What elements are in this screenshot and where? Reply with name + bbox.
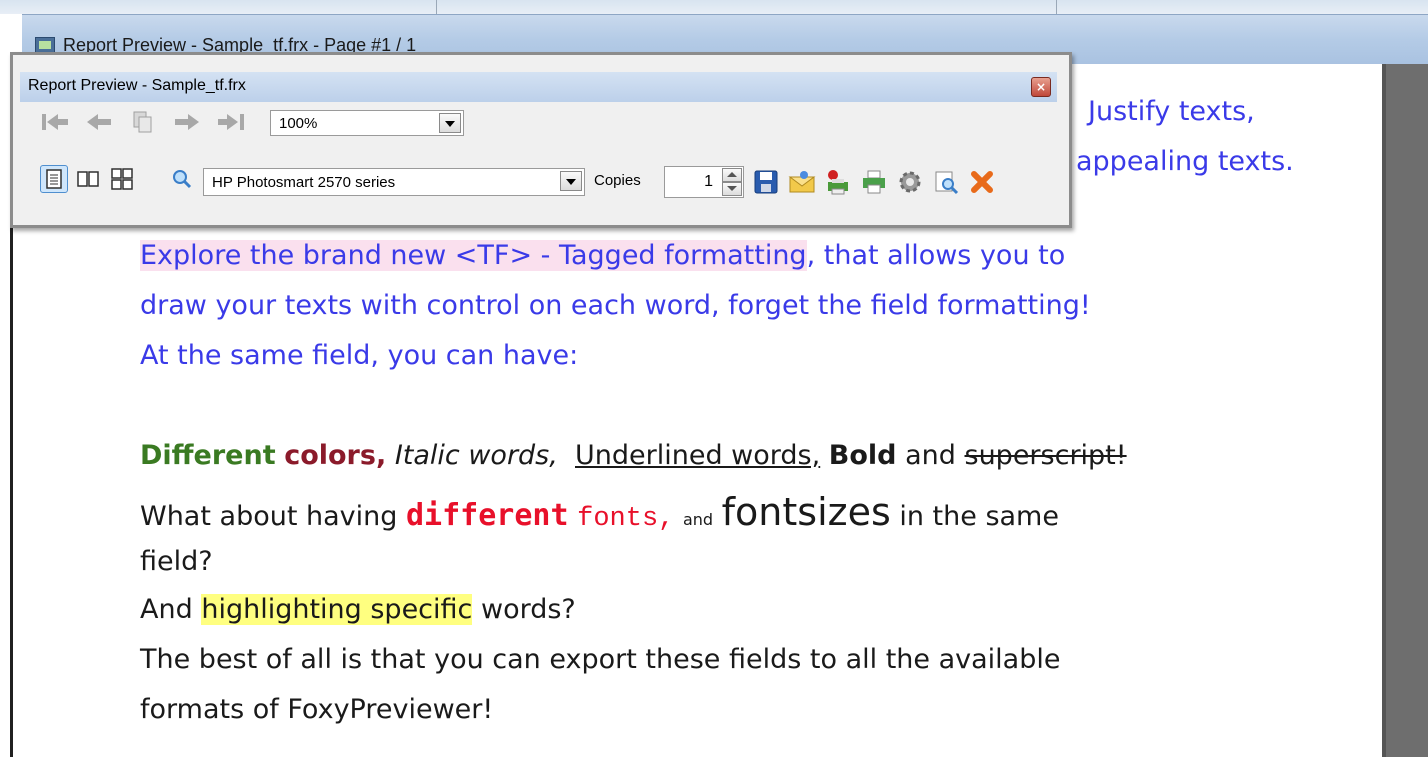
close-x-icon bbox=[971, 171, 993, 193]
green-word: Different bbox=[140, 440, 276, 471]
report-export-line2: formats of FoxyPreviewer! bbox=[140, 694, 494, 725]
report-fonts-line: What about having different fonts, and f… bbox=[140, 490, 1059, 534]
toolbar-title: Report Preview - Sample_tf.frx bbox=[28, 77, 246, 94]
find-icon bbox=[935, 171, 959, 195]
highlight-prefix: And bbox=[140, 594, 193, 625]
right-scrollbar[interactable] bbox=[1382, 64, 1428, 757]
save-button[interactable] bbox=[750, 166, 782, 198]
single-page-icon bbox=[46, 169, 62, 189]
print-button[interactable] bbox=[858, 166, 890, 198]
first-page-icon bbox=[42, 114, 68, 130]
report-fonts-line2: field? bbox=[140, 546, 213, 577]
close-preview-button[interactable] bbox=[966, 166, 998, 198]
bold-word: Bold bbox=[828, 440, 897, 471]
four-pages-icon bbox=[111, 168, 133, 190]
copies-label: Copies bbox=[594, 172, 641, 189]
go-to-page-icon bbox=[133, 111, 152, 133]
big-fontsizes-word: fontsizes bbox=[721, 490, 891, 534]
report-paragraph-line2: draw your texts with control on each wor… bbox=[140, 290, 1091, 321]
report-styles-line: Different colors, Italic words, Underlin… bbox=[140, 440, 1127, 471]
next-page-icon bbox=[175, 114, 199, 130]
go-to-page-button[interactable] bbox=[126, 108, 160, 136]
report-export-line1: The best of all is that you can export t… bbox=[140, 644, 1061, 675]
previous-page-button[interactable] bbox=[82, 108, 116, 136]
print-setup-button[interactable] bbox=[822, 166, 854, 198]
strip-separator bbox=[1056, 0, 1057, 14]
page-left-border bbox=[10, 222, 13, 757]
tf-highlighted-text: Explore the brand new <TF> - Tagged form… bbox=[140, 240, 807, 271]
two-pages-view-button[interactable] bbox=[74, 165, 102, 193]
print-icon bbox=[863, 170, 885, 194]
search-icon bbox=[173, 170, 192, 189]
mono-light-word: fonts, bbox=[577, 504, 675, 534]
print-setup-icon bbox=[828, 170, 848, 195]
report-paragraph-line1: Explore the brand new <TF> - Tagged form… bbox=[140, 240, 1065, 271]
report-text-appealing: appealing texts. bbox=[1076, 146, 1294, 177]
mono-bold-word: different bbox=[406, 498, 569, 533]
yellow-highlighted-words: highlighting specific bbox=[201, 594, 473, 625]
report-highlight-line: And highlighting specific words? bbox=[140, 594, 576, 625]
copies-value: 1 bbox=[704, 173, 713, 190]
maroon-word: colors, bbox=[284, 440, 387, 471]
fonts-suffix: in the same bbox=[899, 501, 1059, 532]
email-icon bbox=[788, 171, 816, 193]
copies-stepper[interactable]: 1 bbox=[664, 166, 744, 198]
outer-window-top-strip bbox=[0, 0, 1428, 14]
save-icon bbox=[754, 170, 778, 194]
zoom-value: 100% bbox=[279, 115, 318, 132]
zoom-dropdown[interactable]: 100% bbox=[270, 110, 464, 136]
find-button[interactable] bbox=[930, 166, 962, 198]
para1-rest-text: , that allows you to bbox=[806, 240, 1066, 271]
highlight-suffix: words? bbox=[480, 594, 576, 625]
fonts-prefix: What about having bbox=[140, 501, 398, 532]
printer-value: HP Photosmart 2570 series bbox=[212, 174, 396, 191]
and-word: and bbox=[905, 440, 956, 471]
toolbar-titlebar[interactable]: Report Preview - Sample_tf.frx × bbox=[20, 72, 1057, 102]
settings-icon bbox=[899, 171, 921, 193]
report-text-justify: Justify texts, bbox=[1088, 96, 1255, 127]
chevron-down-icon[interactable] bbox=[439, 113, 461, 133]
first-page-button[interactable] bbox=[38, 108, 72, 136]
next-page-button[interactable] bbox=[170, 108, 204, 136]
chevron-down-icon[interactable] bbox=[560, 171, 582, 191]
last-page-icon bbox=[218, 114, 244, 130]
small-and-word: and bbox=[682, 510, 714, 529]
single-page-view-button[interactable] bbox=[40, 165, 68, 193]
toolbar-close-button[interactable]: × bbox=[1031, 77, 1051, 97]
italic-word: Italic words, bbox=[394, 440, 558, 471]
email-button[interactable] bbox=[786, 166, 818, 198]
last-page-button[interactable] bbox=[214, 108, 248, 136]
report-paragraph-line3: At the same field, you can have: bbox=[140, 340, 579, 371]
strikethrough-word: superscript! bbox=[964, 440, 1127, 471]
search-button[interactable] bbox=[168, 165, 196, 193]
previous-page-icon bbox=[87, 114, 111, 130]
settings-button[interactable] bbox=[894, 166, 926, 198]
copies-decrement-button[interactable] bbox=[722, 182, 742, 196]
underlined-word: Underlined words, bbox=[575, 440, 821, 471]
two-pages-icon bbox=[77, 171, 99, 187]
four-pages-view-button[interactable] bbox=[108, 165, 136, 193]
printer-dropdown[interactable]: HP Photosmart 2570 series bbox=[203, 168, 585, 196]
copies-increment-button[interactable] bbox=[722, 168, 742, 182]
scrollbar-edge bbox=[1382, 64, 1386, 757]
strip-separator bbox=[436, 0, 437, 14]
